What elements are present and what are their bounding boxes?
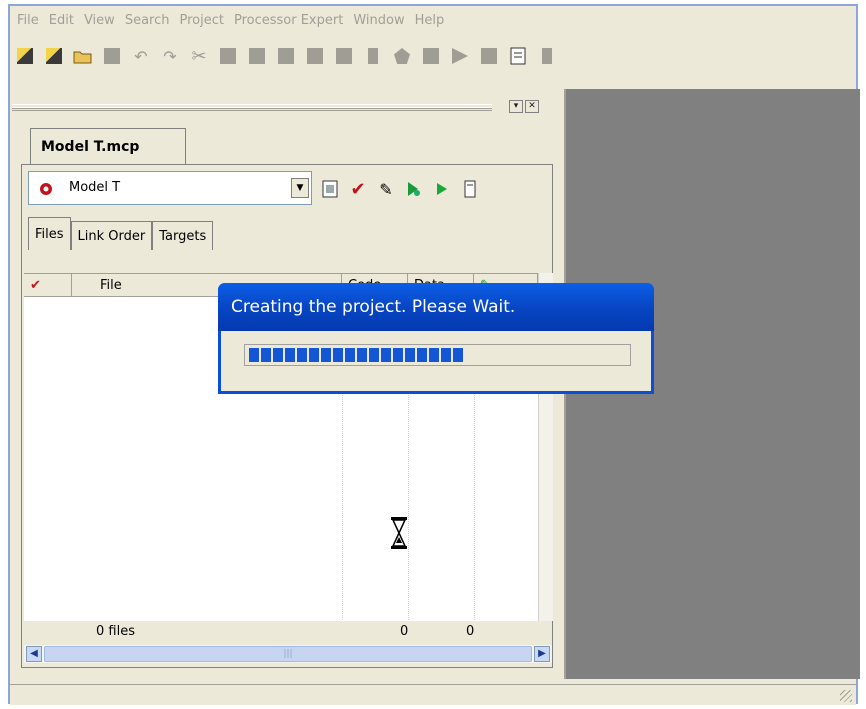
tab-link-order[interactable]: Link Order [70, 221, 153, 250]
copy-icon[interactable] [217, 45, 239, 67]
file-count: 0 files [96, 624, 135, 639]
run-icon[interactable] [449, 45, 471, 67]
menu-edit[interactable]: Edit [44, 13, 79, 28]
panel-gripbar[interactable]: ▾ ✕ [12, 100, 540, 114]
project-inspector-icon[interactable] [460, 179, 480, 199]
hourglass-cursor-icon [391, 517, 407, 549]
tab-targets[interactable]: Targets [152, 221, 214, 250]
menu-view[interactable]: View [79, 13, 120, 28]
target-select[interactable]: Model T ▼ [28, 171, 312, 205]
run-icon[interactable] [432, 179, 452, 199]
progress-segment [249, 348, 259, 362]
new-project-icon[interactable] [14, 45, 36, 67]
main-toolbar: ↶ ↷ ✂ [10, 38, 860, 74]
new-file-icon[interactable] [43, 45, 65, 67]
resize-grip[interactable] [840, 690, 852, 702]
target-icon [40, 183, 52, 195]
progress-segment [393, 348, 403, 362]
debug-icon[interactable] [420, 45, 442, 67]
scroll-right-button[interactable]: ▶ [534, 646, 550, 662]
progress-segment [297, 348, 307, 362]
menu-window[interactable]: Window [348, 13, 409, 28]
redo-icon[interactable]: ↷ [159, 45, 181, 67]
tab-files[interactable]: Files [28, 217, 71, 250]
progress-segment [453, 348, 463, 362]
make-icon[interactable]: ✎ [376, 179, 396, 199]
undo-icon[interactable]: ↶ [130, 45, 152, 67]
progress-segment [441, 348, 451, 362]
window-icon[interactable] [536, 45, 558, 67]
progress-segment [417, 348, 427, 362]
properties-icon[interactable] [507, 45, 529, 67]
find-next-icon[interactable] [304, 45, 326, 67]
status-bar [10, 684, 856, 705]
debug-icon[interactable] [404, 179, 424, 199]
scroll-left-button[interactable]: ◀ [26, 646, 42, 662]
progress-segment [309, 348, 319, 362]
progress-segment [381, 348, 391, 362]
progress-segment [273, 348, 283, 362]
progress-segment [357, 348, 367, 362]
progress-dialog: Creating the project. Please Wait. [218, 283, 654, 394]
menu-search[interactable]: Search [120, 13, 175, 28]
stop-icon[interactable] [478, 45, 500, 67]
project-subtabs: Files Link Order Targets [28, 217, 214, 251]
chevron-down-icon[interactable]: ▼ [291, 178, 309, 198]
cut-icon[interactable]: ✂ [188, 45, 210, 67]
progress-segment [429, 348, 439, 362]
panel-menu-button[interactable]: ▾ [509, 100, 523, 113]
progress-segment [261, 348, 271, 362]
dialog-title: Creating the project. Please Wait. [218, 283, 654, 331]
progress-segment [345, 348, 355, 362]
panel-close-button[interactable]: ✕ [525, 100, 539, 113]
progress-bar [244, 344, 631, 366]
file-list-hscroll[interactable]: ◀ ||| ▶ [24, 645, 552, 663]
target-select-value: Model T [69, 180, 121, 195]
target-settings-icon[interactable] [320, 179, 340, 199]
menu-help[interactable]: Help [410, 13, 450, 28]
progress-segment [321, 348, 331, 362]
progress-segment [369, 348, 379, 362]
project-window: Model T ▼ ✔ ✎ Files Link Order Targets ✔… [21, 164, 553, 668]
find-icon[interactable] [275, 45, 297, 67]
make-icon[interactable] [391, 45, 413, 67]
progress-segment [405, 348, 415, 362]
progress-segment [285, 348, 295, 362]
synchronize-icon[interactable]: ✔ [348, 179, 368, 200]
menu-processor-expert[interactable]: Processor Expert [229, 13, 348, 28]
open-folder-icon[interactable] [72, 45, 94, 67]
compile-icon[interactable] [362, 45, 384, 67]
paste-icon[interactable] [246, 45, 268, 67]
replace-icon[interactable] [333, 45, 355, 67]
progress-segment [333, 348, 343, 362]
save-icon[interactable] [101, 45, 123, 67]
total-data: 0 [466, 624, 475, 639]
project-doc-tab[interactable]: Model T.mcp [30, 128, 186, 164]
total-code: 0 [400, 624, 409, 639]
menu-project[interactable]: Project [174, 13, 228, 28]
menu-file[interactable]: File [12, 13, 44, 28]
scroll-thumb[interactable]: ||| [44, 646, 532, 662]
touch-column-icon[interactable]: ✔ [24, 274, 72, 296]
file-list-footer: 0 files 0 0 [24, 621, 552, 643]
menubar: File Edit View Search Project Processor … [10, 6, 858, 34]
